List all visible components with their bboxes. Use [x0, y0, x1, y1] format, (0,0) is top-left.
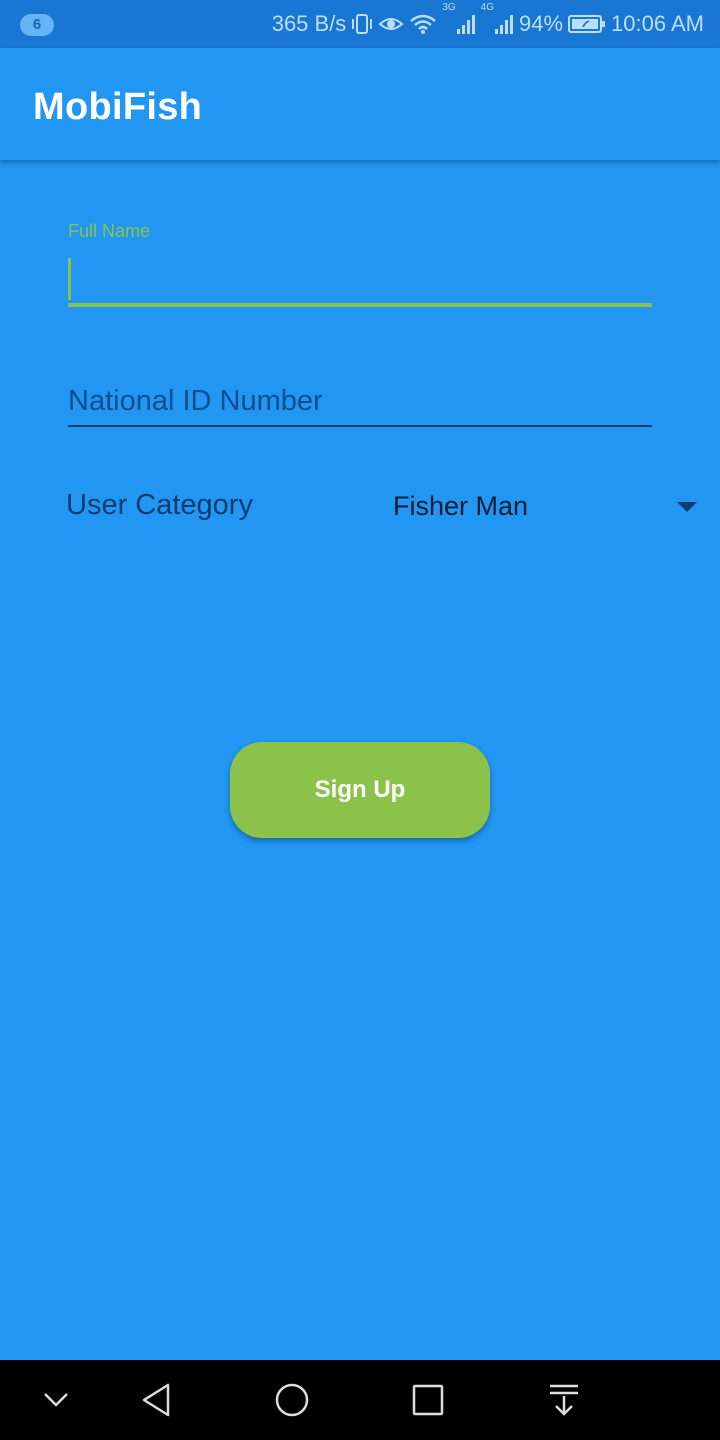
- vibrate-icon: [351, 12, 373, 36]
- pull-down-icon[interactable]: [544, 1380, 584, 1420]
- dropdown-arrow-icon: [677, 502, 697, 512]
- battery-percent: 94%: [519, 11, 564, 36]
- eye-icon: [378, 13, 404, 35]
- signal-4g-icon: 4G: [481, 3, 514, 35]
- back-icon[interactable]: [136, 1380, 176, 1420]
- home-icon[interactable]: [272, 1380, 312, 1420]
- notification-count-badge: 6: [20, 14, 54, 36]
- national-id-field[interactable]: [68, 378, 652, 424]
- status-bar: 6 365 B/s 3G 4G 94% 10:06 AM: [0, 0, 720, 48]
- status-indicators: 365 B/s 3G 4G 94% 10:06 AM: [272, 0, 704, 48]
- user-category-dropdown[interactable]: Fisher Man: [393, 482, 705, 532]
- recents-icon[interactable]: [408, 1380, 448, 1420]
- app-title: MobiFish: [33, 86, 203, 128]
- app-bar: MobiFish: [0, 48, 720, 160]
- wifi-icon: [409, 13, 437, 35]
- user-category-selected: Fisher Man: [393, 491, 529, 521]
- sign-up-button[interactable]: Sign Up: [230, 742, 490, 838]
- network-3g-label: 3G: [442, 2, 456, 13]
- clock: 10:06 AM: [611, 11, 704, 36]
- network-4g-label: 4G: [480, 2, 494, 13]
- national-id-underline: [68, 425, 652, 427]
- signal-3g-icon: 3G: [442, 3, 475, 35]
- network-speed: 365 B/s: [271, 11, 347, 36]
- text-cursor: [68, 258, 71, 300]
- full-name-field[interactable]: [68, 250, 652, 302]
- system-nav-bar: [0, 1360, 720, 1440]
- full-name-underline: [68, 303, 652, 307]
- user-category-label: User Category: [66, 489, 253, 521]
- chevron-down-icon[interactable]: [36, 1380, 76, 1420]
- battery-icon: [568, 14, 606, 34]
- full-name-label: Full Name: [68, 221, 151, 241]
